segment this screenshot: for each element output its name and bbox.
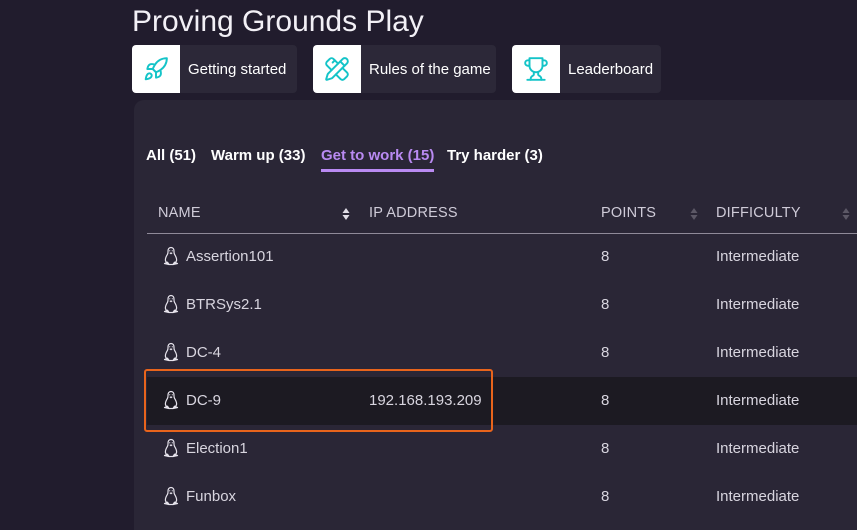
table-row[interactable]: Election1 8 Intermediate [147, 425, 857, 473]
sort-name-icon[interactable] [342, 206, 350, 222]
points-value: 8 [601, 248, 610, 265]
machine-name: DC-9 [186, 392, 222, 409]
leaderboard-button[interactable]: Leaderboard [512, 45, 661, 93]
points-value: 8 [601, 344, 610, 361]
table-row[interactable]: BTRSys2.1 8 Intermediate [147, 281, 857, 329]
getting-started-label: Getting started [188, 60, 287, 78]
linux-icon [163, 486, 179, 506]
linux-icon [163, 390, 179, 410]
sort-difficulty-icon[interactable] [842, 206, 850, 222]
column-header-ip-address: IP ADDRESS [369, 205, 458, 221]
difficulty-value: Intermediate [716, 392, 800, 409]
machine-name: Election1 [186, 440, 248, 457]
table-header: NAME IP ADDRESS POINTS DIFFICULTY [147, 195, 857, 234]
rules-of-the-game-button[interactable]: Rules of the game [313, 45, 496, 93]
difficulty-value: Intermediate [716, 248, 800, 265]
getting-started-button[interactable]: Getting started [132, 45, 297, 93]
table-row[interactable]: Funbox 8 Intermediate [147, 473, 857, 521]
linux-icon [163, 294, 179, 314]
machine-name: DC-4 [186, 344, 222, 361]
table-row[interactable]: DC-9 192.168.193.209 8 Intermediate [147, 377, 857, 425]
linux-icon [163, 342, 179, 362]
pencil-ruler-icon [313, 45, 361, 93]
leaderboard-label: Leaderboard [568, 60, 654, 78]
tab-all[interactable]: All (51) [146, 146, 196, 169]
linux-icon [163, 438, 179, 458]
machine-name: Funbox [186, 488, 237, 505]
table-row[interactable]: DC-4 8 Intermediate [147, 329, 857, 377]
ip-address: 192.168.193.209 [369, 392, 482, 409]
points-value: 8 [601, 488, 610, 505]
difficulty-value: Intermediate [716, 344, 800, 361]
table-row[interactable]: Assertion101 8 Intermediate [147, 233, 857, 281]
rules-of-the-game-label: Rules of the game [369, 60, 491, 78]
tab-get-to-work[interactable]: Get to work (15) [321, 146, 435, 172]
points-value: 8 [601, 392, 610, 409]
machine-name: BTRSys2.1 [186, 296, 262, 313]
difficulty-value: Intermediate [716, 296, 800, 313]
column-header-points[interactable]: POINTS [601, 205, 656, 221]
column-header-difficulty[interactable]: DIFFICULTY [716, 205, 801, 221]
rocket-icon [132, 45, 180, 93]
points-value: 8 [601, 296, 610, 313]
difficulty-value: Intermediate [716, 440, 800, 457]
tab-try-harder[interactable]: Try harder (3) [447, 146, 543, 169]
page-title: Proving Grounds Play [132, 5, 424, 38]
trophy-icon [512, 45, 560, 93]
machine-name: Assertion101 [186, 248, 274, 265]
sort-points-icon[interactable] [690, 206, 698, 222]
points-value: 8 [601, 440, 610, 457]
tab-warm-up[interactable]: Warm up (33) [211, 146, 305, 169]
difficulty-value: Intermediate [716, 488, 800, 505]
linux-icon [163, 246, 179, 266]
column-header-name[interactable]: NAME [158, 205, 201, 221]
